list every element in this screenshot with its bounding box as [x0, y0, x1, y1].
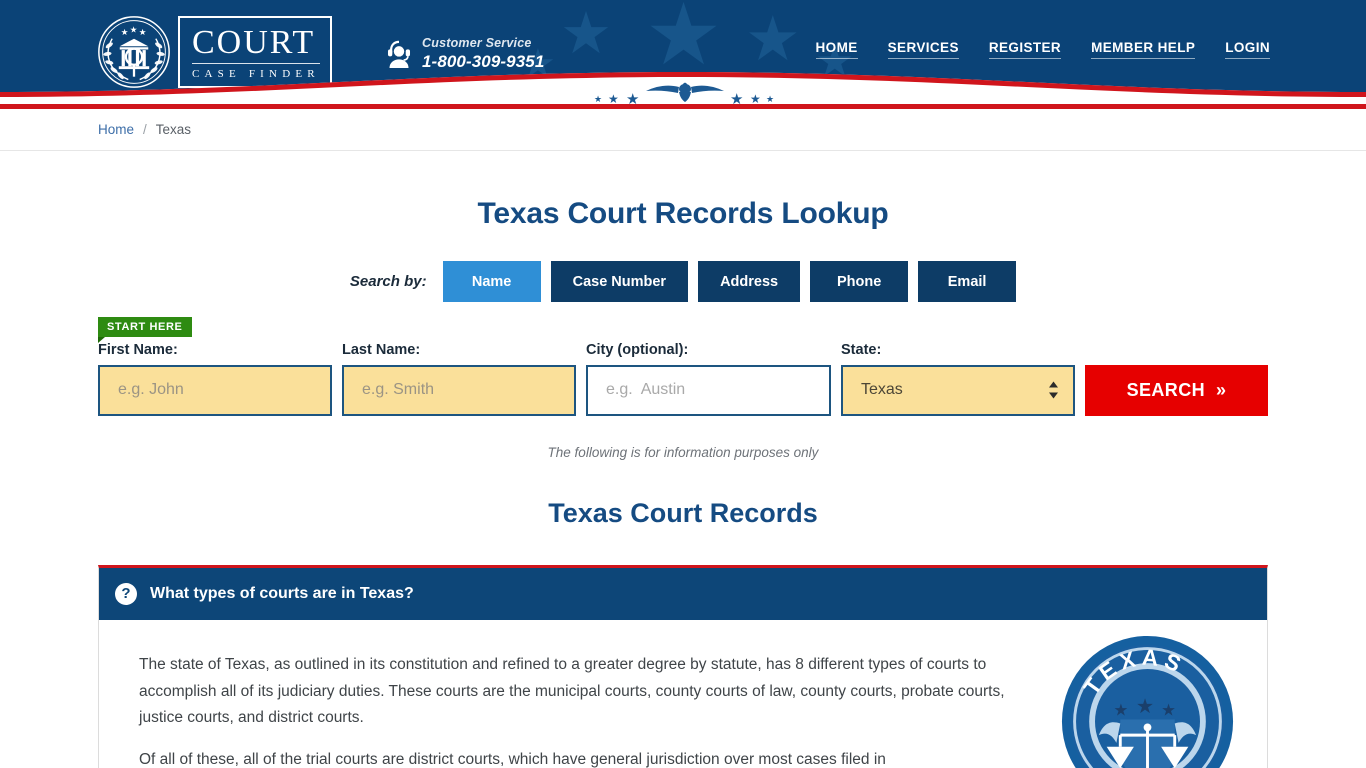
nav-item-home[interactable]: HOME: [815, 40, 858, 59]
svg-text:★: ★: [1136, 694, 1154, 718]
nav-item-services[interactable]: SERVICES: [887, 40, 959, 59]
faq-question: What types of courts are in Texas?: [150, 584, 414, 602]
site-header: ★ ★ ★ ★ ★ ★ ★ ★ COURT CASE FINDER Custom…: [0, 0, 1366, 104]
customer-service-label: Customer Service: [422, 36, 532, 50]
svg-text:★: ★: [121, 28, 129, 38]
tab-phone[interactable]: Phone: [810, 261, 909, 302]
first-name-field-group: First Name:: [98, 342, 332, 416]
svg-text:★: ★: [750, 92, 761, 104]
site-logo[interactable]: ★ ★ ★ COURT CASE FINDER: [96, 10, 346, 94]
state-selected-value: Texas: [861, 381, 903, 399]
svg-text:★: ★: [626, 90, 639, 104]
breadcrumb-current: Texas: [155, 122, 192, 137]
faq-panel-header[interactable]: ? What types of courts are in Texas?: [99, 567, 1267, 620]
logo-wordmark: COURT CASE FINDER: [178, 16, 332, 88]
headset-support-icon: [385, 39, 413, 69]
disclaimer-text: The following is for information purpose…: [547, 444, 819, 460]
state-label: State:: [841, 342, 882, 358]
city-label: City (optional):: [586, 342, 689, 358]
breadcrumb-separator: /: [143, 122, 147, 137]
court-seal-icon: ★ ★ ★: [96, 14, 172, 90]
city-input[interactable]: [586, 364, 831, 416]
double-chevron-right-icon: »: [1216, 379, 1227, 400]
state-field-group: State: Texas: [841, 342, 1075, 416]
start-here-badge: START HERE: [98, 317, 193, 344]
nav-item-member-help[interactable]: MEMBER HELP: [1091, 40, 1196, 59]
last-name-input[interactable]: [342, 364, 576, 416]
search-by-label: Search by:: [349, 273, 427, 290]
first-name-input[interactable]: [98, 364, 332, 416]
search-button-label: SEARCH: [1126, 379, 1205, 400]
logo-secondary-text: CASE FINDER: [192, 67, 320, 80]
svg-text:★: ★: [730, 90, 743, 104]
tab-name[interactable]: Name: [442, 261, 541, 302]
faq-panel-body: The state of Texas, as outlined in its c…: [99, 620, 1267, 768]
search-type-tabs: Search by: Name Case Number Address Phon…: [0, 261, 1366, 302]
city-field-group: City (optional):: [586, 342, 831, 416]
tab-case-number[interactable]: Case Number: [550, 261, 689, 302]
eagle-icon: ★ ★ ★ ★ ★ ★: [594, 82, 774, 104]
svg-text:★: ★: [766, 95, 774, 104]
faq-paragraph-2: Of all of these, all of the trial courts…: [139, 750, 886, 768]
breadcrumb: Home / Texas: [0, 109, 1366, 151]
svg-text:★: ★: [130, 26, 138, 36]
section-title: Texas Court Records: [548, 497, 818, 528]
nav-item-login[interactable]: LOGIN: [1225, 40, 1270, 59]
last-name-label: Last Name:: [342, 342, 421, 358]
faq-panel: ? What types of courts are in Texas? The…: [98, 564, 1268, 768]
svg-text:★: ★: [594, 95, 602, 104]
faq-paragraph-1: The state of Texas, as outlined in its c…: [139, 655, 1005, 727]
search-form: START HERE First Name: Last Name: City (…: [0, 317, 1366, 416]
customer-service-phone[interactable]: 1-800-309-9351: [422, 52, 544, 72]
customer-service-block[interactable]: Customer Service 1-800-309-9351: [385, 36, 544, 72]
question-mark-icon: ?: [115, 582, 137, 605]
tab-email[interactable]: Email: [918, 261, 1017, 302]
state-select[interactable]: Texas: [841, 364, 1075, 416]
svg-text:★: ★: [608, 92, 619, 104]
tab-address[interactable]: Address: [698, 261, 801, 302]
nav-item-register[interactable]: REGISTER: [988, 40, 1062, 59]
svg-text:★: ★: [1113, 701, 1128, 720]
page-title: Texas Court Records Lookup: [477, 197, 889, 230]
last-name-field-group: Last Name:: [342, 342, 576, 416]
search-button[interactable]: SEARCH »: [1085, 364, 1268, 416]
main-content: Texas Court Records Lookup Search by: Na…: [0, 197, 1366, 768]
main-navigation: HOME SERVICES REGISTER MEMBER HELP LOGIN: [815, 40, 1270, 59]
texas-seal-icon: TEXAS ★ ★ ★: [1061, 635, 1234, 768]
svg-text:★: ★: [1161, 701, 1176, 720]
chevron-updown-icon: [1048, 381, 1059, 399]
breadcrumb-home-link[interactable]: Home: [98, 122, 134, 137]
svg-text:★: ★: [139, 28, 147, 38]
logo-primary-text: COURT: [192, 25, 320, 64]
first-name-label: First Name:: [98, 342, 178, 358]
